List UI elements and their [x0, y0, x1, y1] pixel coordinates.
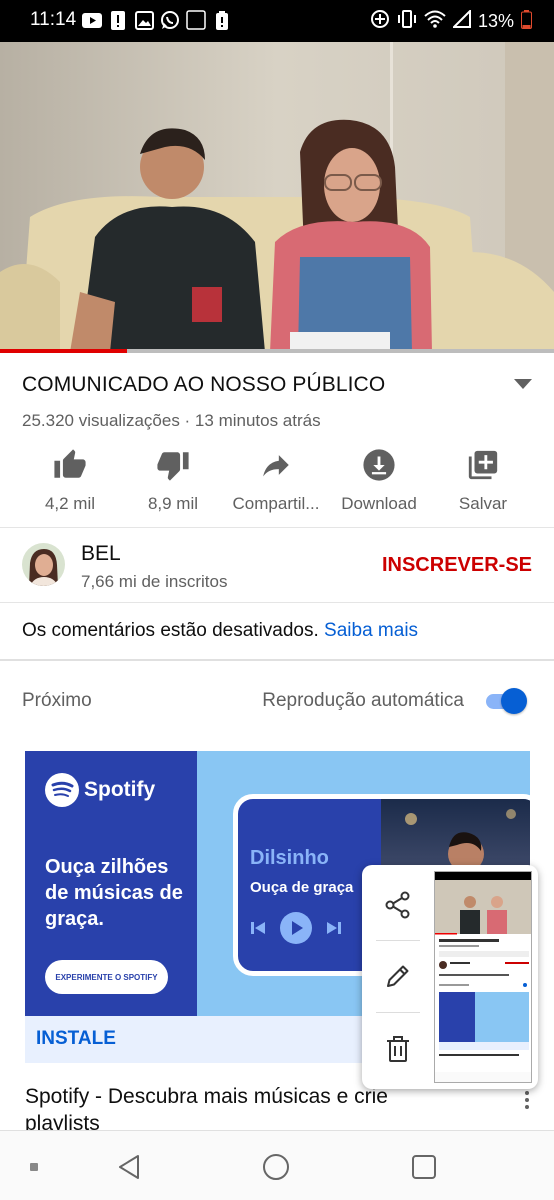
- screenshot-thumbnail[interactable]: [434, 871, 532, 1083]
- vibrate-icon: [397, 9, 417, 34]
- tool-separator: [376, 940, 420, 941]
- home-button[interactable]: [262, 1153, 290, 1181]
- share-icon: [385, 891, 410, 919]
- playlist-add-icon: [468, 450, 498, 480]
- overview-button[interactable]: [410, 1153, 438, 1181]
- battery-icon: [521, 9, 532, 34]
- divider: [0, 602, 554, 603]
- up-next-label: Próximo: [22, 690, 92, 711]
- lightroom-icon: [186, 10, 206, 30]
- download-icon: [363, 449, 395, 481]
- channel-name[interactable]: BEL: [81, 542, 121, 566]
- back-icon: [119, 1155, 139, 1179]
- video-meta: 25.320 visualizações · 13 minutos atrás: [22, 411, 321, 430]
- install-button[interactable]: INSTALE: [36, 1028, 116, 1050]
- video-progress-bar[interactable]: [0, 349, 554, 353]
- autoplay-toggle-knob: [501, 688, 527, 714]
- thumb-down-icon: [157, 452, 189, 481]
- share-screenshot-button[interactable]: [380, 887, 416, 923]
- comments-disabled-notice: Os comentários estão desativados. Saiba …: [22, 620, 418, 642]
- whatsapp-icon: [160, 10, 180, 30]
- save-button[interactable]: Salvar: [428, 445, 538, 514]
- spotify-icon: [45, 773, 79, 807]
- video-title[interactable]: COMUNICADO AO NOSSO PÚBLICO: [22, 373, 385, 397]
- like-count: 4,2 mil: [44, 494, 96, 513]
- edit-icon: [387, 965, 409, 987]
- ad-artist-name: Dilsinho: [250, 847, 329, 869]
- share-label: Compartil...: [232, 494, 320, 513]
- recents-dot-icon: [30, 1163, 38, 1171]
- download-button[interactable]: Download: [324, 445, 434, 514]
- notification-icons: [82, 10, 232, 30]
- channel-avatar[interactable]: [22, 543, 65, 586]
- try-spotify-button[interactable]: EXPERIMENTE O SPOTIFY: [45, 960, 168, 994]
- recents-dot-button[interactable]: [20, 1153, 48, 1181]
- battery-percent: 13%: [477, 11, 514, 31]
- wifi-icon: [424, 10, 446, 33]
- skip-forward-icon: [327, 922, 341, 934]
- youtube-icon: [82, 10, 102, 30]
- video-actions: 4,2 mil 8,9 mil Compartil... Download Sa…: [0, 445, 554, 515]
- alert-icon: [108, 10, 128, 30]
- ad-player-controls: [250, 912, 342, 944]
- divider: [0, 527, 554, 528]
- status-time: 11:14: [30, 9, 77, 30]
- delete-screenshot-button[interactable]: [380, 1031, 416, 1067]
- autoplay-label: Reprodução automática: [262, 690, 464, 711]
- autoplay-toggle[interactable]: [484, 687, 528, 715]
- overview-icon: [412, 1155, 436, 1179]
- dislike-count: 8,9 mil: [147, 494, 199, 513]
- learn-more-link[interactable]: Saiba mais: [324, 620, 418, 641]
- gallery-icon: [134, 10, 154, 30]
- data-saver-icon: [370, 9, 390, 34]
- ad-phone-subtitle: Ouça de graça: [250, 879, 354, 896]
- back-button[interactable]: [115, 1153, 143, 1181]
- video-player[interactable]: [0, 42, 554, 352]
- video-progress-fill: [0, 349, 128, 353]
- status-bar: 11:14 13%: [0, 0, 554, 42]
- navigation-bar: [0, 1130, 554, 1200]
- share-button[interactable]: Compartil...: [221, 445, 331, 514]
- save-label: Salvar: [458, 494, 508, 513]
- thumb-up-icon: [54, 449, 86, 478]
- edit-screenshot-button[interactable]: [380, 958, 416, 994]
- like-button[interactable]: 4,2 mil: [15, 445, 125, 514]
- video-frame: [0, 42, 554, 352]
- battery-alert-icon: [212, 10, 232, 30]
- signal-icon: [451, 8, 471, 33]
- download-label: Download: [341, 494, 417, 513]
- dislike-button[interactable]: 8,9 mil: [118, 445, 228, 514]
- play-icon: [280, 912, 312, 944]
- subscribe-button[interactable]: INSCREVER-SE: [382, 554, 532, 577]
- share-icon: [263, 455, 289, 477]
- system-icons: 13%: [370, 8, 532, 34]
- spotify-logo: Spotify: [45, 773, 155, 807]
- comments-disabled-text: Os comentários estão desativados.: [22, 620, 319, 641]
- home-icon: [263, 1154, 289, 1180]
- screenshot-preview-popup: [362, 865, 538, 1089]
- more-options-icon[interactable]: [524, 1090, 530, 1110]
- ad-left-panel: Spotify Ouça zilhões de músicas de graça…: [25, 751, 197, 1016]
- section-divider: [0, 659, 554, 661]
- subscriber-count: 7,66 mi de inscritos: [81, 572, 228, 591]
- skip-back-icon: [251, 922, 265, 934]
- screenshot-tools: [362, 865, 434, 1089]
- expand-description-icon[interactable]: [514, 378, 532, 392]
- next-video-title[interactable]: Spotify - Descubra mais músicas e crie p…: [25, 1083, 455, 1137]
- tool-separator: [376, 1012, 420, 1013]
- spotify-brand: Spotify: [84, 778, 156, 801]
- ad-headline: Ouça zilhões de músicas de graça.: [45, 856, 183, 930]
- delete-icon: [387, 1036, 409, 1062]
